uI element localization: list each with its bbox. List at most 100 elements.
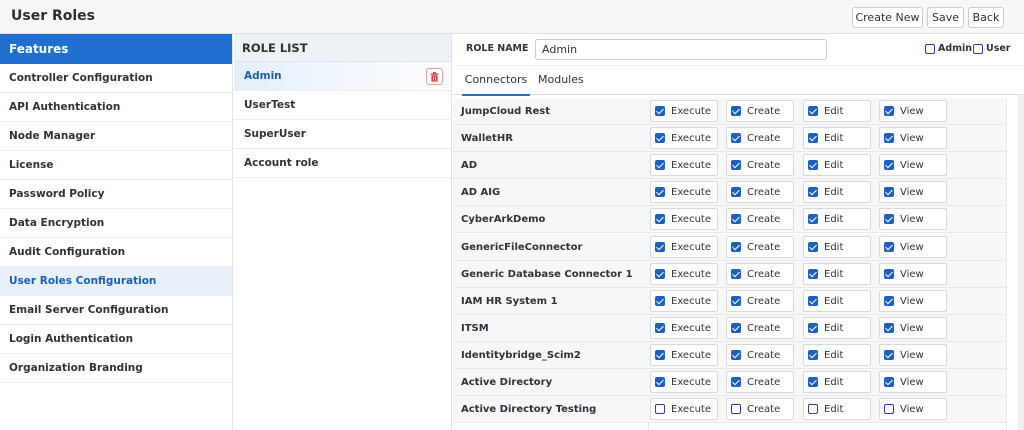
create-checkbox[interactable] xyxy=(731,160,741,170)
edit-checkbox[interactable] xyxy=(808,377,818,387)
scrollbar[interactable] xyxy=(1018,95,1024,430)
tab-modules[interactable]: Modules xyxy=(538,66,588,96)
create-permission[interactable]: Create xyxy=(726,208,794,230)
create-checkbox[interactable] xyxy=(731,269,741,279)
create-checkbox[interactable] xyxy=(731,242,741,252)
execute-checkbox[interactable] xyxy=(655,106,665,116)
edit-checkbox[interactable] xyxy=(808,242,818,252)
view-checkbox[interactable] xyxy=(884,404,894,414)
edit-permission[interactable]: Edit xyxy=(803,236,871,258)
create-permission[interactable]: Create xyxy=(726,344,794,366)
role-item-usertest[interactable]: UserTest xyxy=(234,91,451,120)
execute-checkbox[interactable] xyxy=(655,377,665,387)
create-checkbox[interactable] xyxy=(731,377,741,387)
view-checkbox[interactable] xyxy=(884,160,894,170)
execute-checkbox[interactable] xyxy=(655,269,665,279)
admin-checkbox[interactable]: Admin xyxy=(925,43,972,54)
create-permission[interactable]: Create xyxy=(726,263,794,285)
view-permission[interactable]: View xyxy=(879,127,947,149)
create-permission[interactable]: Create xyxy=(726,154,794,176)
save-button[interactable]: Save xyxy=(927,7,964,28)
execute-permission[interactable]: Execute xyxy=(650,344,718,366)
sidebar-item-password-policy[interactable]: Password Policy xyxy=(0,180,232,209)
execute-checkbox[interactable] xyxy=(655,350,665,360)
edit-checkbox[interactable] xyxy=(808,269,818,279)
view-permission[interactable]: View xyxy=(879,263,947,285)
create-permission[interactable]: Create xyxy=(726,317,794,339)
view-checkbox[interactable] xyxy=(884,187,894,197)
sidebar-item-login-authentication[interactable]: Login Authentication xyxy=(0,325,232,354)
create-permission[interactable]: Create xyxy=(726,236,794,258)
create-checkbox[interactable] xyxy=(731,214,741,224)
user-checkbox-box[interactable] xyxy=(973,43,983,54)
sidebar-item-node-manager[interactable]: Node Manager xyxy=(0,122,232,151)
create-new-button[interactable]: Create New xyxy=(852,7,923,28)
execute-permission[interactable]: Execute xyxy=(650,317,718,339)
create-checkbox[interactable] xyxy=(731,187,741,197)
edit-checkbox[interactable] xyxy=(808,160,818,170)
execute-checkbox[interactable] xyxy=(655,296,665,306)
sidebar-item-user-roles-configuration[interactable]: User Roles Configuration xyxy=(0,267,232,296)
view-checkbox[interactable] xyxy=(884,377,894,387)
view-checkbox[interactable] xyxy=(884,323,894,333)
execute-permission[interactable]: Execute xyxy=(650,154,718,176)
edit-permission[interactable]: Edit xyxy=(803,154,871,176)
delete-role-button[interactable] xyxy=(426,68,443,85)
view-permission[interactable]: View xyxy=(879,290,947,312)
edit-checkbox[interactable] xyxy=(808,350,818,360)
view-checkbox[interactable] xyxy=(884,214,894,224)
role-item-admin[interactable]: Admin xyxy=(234,62,451,91)
execute-permission[interactable]: Execute xyxy=(650,181,718,203)
edit-permission[interactable]: Edit xyxy=(803,290,871,312)
sidebar-item-api-authentication[interactable]: API Authentication xyxy=(0,93,232,122)
view-permission[interactable]: View xyxy=(879,398,947,420)
sidebar-item-data-encryption[interactable]: Data Encryption xyxy=(0,209,232,238)
view-permission[interactable]: View xyxy=(879,371,947,393)
create-checkbox[interactable] xyxy=(731,350,741,360)
create-permission[interactable]: Create xyxy=(726,290,794,312)
create-permission[interactable]: Create xyxy=(726,181,794,203)
role-name-input[interactable]: Admin xyxy=(535,39,827,60)
sidebar-item-license[interactable]: License xyxy=(0,151,232,180)
edit-checkbox[interactable] xyxy=(808,214,818,224)
execute-permission[interactable]: Execute xyxy=(650,398,718,420)
create-permission[interactable]: Create xyxy=(726,127,794,149)
view-permission[interactable]: View xyxy=(879,344,947,366)
view-checkbox[interactable] xyxy=(884,242,894,252)
create-checkbox[interactable] xyxy=(731,296,741,306)
create-checkbox[interactable] xyxy=(731,133,741,143)
execute-permission[interactable]: Execute xyxy=(650,290,718,312)
edit-permission[interactable]: Edit xyxy=(803,398,871,420)
execute-checkbox[interactable] xyxy=(655,133,665,143)
edit-permission[interactable]: Edit xyxy=(803,100,871,122)
execute-permission[interactable]: Execute xyxy=(650,236,718,258)
view-permission[interactable]: View xyxy=(879,181,947,203)
view-checkbox[interactable] xyxy=(884,296,894,306)
edit-checkbox[interactable] xyxy=(808,323,818,333)
edit-permission[interactable]: Edit xyxy=(803,344,871,366)
create-checkbox[interactable] xyxy=(731,323,741,333)
role-item-account-role[interactable]: Account role xyxy=(234,149,451,178)
tab-connectors[interactable]: Connectors xyxy=(462,66,530,96)
back-button[interactable]: Back xyxy=(968,7,1004,28)
execute-checkbox[interactable] xyxy=(655,187,665,197)
sidebar-item-organization-branding[interactable]: Organization Branding xyxy=(0,354,232,383)
edit-permission[interactable]: Edit xyxy=(803,181,871,203)
edit-checkbox[interactable] xyxy=(808,187,818,197)
view-permission[interactable]: View xyxy=(879,208,947,230)
sidebar-item-controller-configuration[interactable]: Controller Configuration xyxy=(0,64,232,93)
execute-checkbox[interactable] xyxy=(655,323,665,333)
sidebar-item-email-server-configuration[interactable]: Email Server Configuration xyxy=(0,296,232,325)
role-item-superuser[interactable]: SuperUser xyxy=(234,120,451,149)
edit-permission[interactable]: Edit xyxy=(803,208,871,230)
edit-checkbox[interactable] xyxy=(808,106,818,116)
view-checkbox[interactable] xyxy=(884,106,894,116)
execute-checkbox[interactable] xyxy=(655,160,665,170)
create-permission[interactable]: Create xyxy=(726,398,794,420)
execute-checkbox[interactable] xyxy=(655,404,665,414)
view-permission[interactable]: View xyxy=(879,100,947,122)
edit-checkbox[interactable] xyxy=(808,296,818,306)
edit-permission[interactable]: Edit xyxy=(803,127,871,149)
execute-permission[interactable]: Execute xyxy=(650,263,718,285)
view-permission[interactable]: View xyxy=(879,236,947,258)
